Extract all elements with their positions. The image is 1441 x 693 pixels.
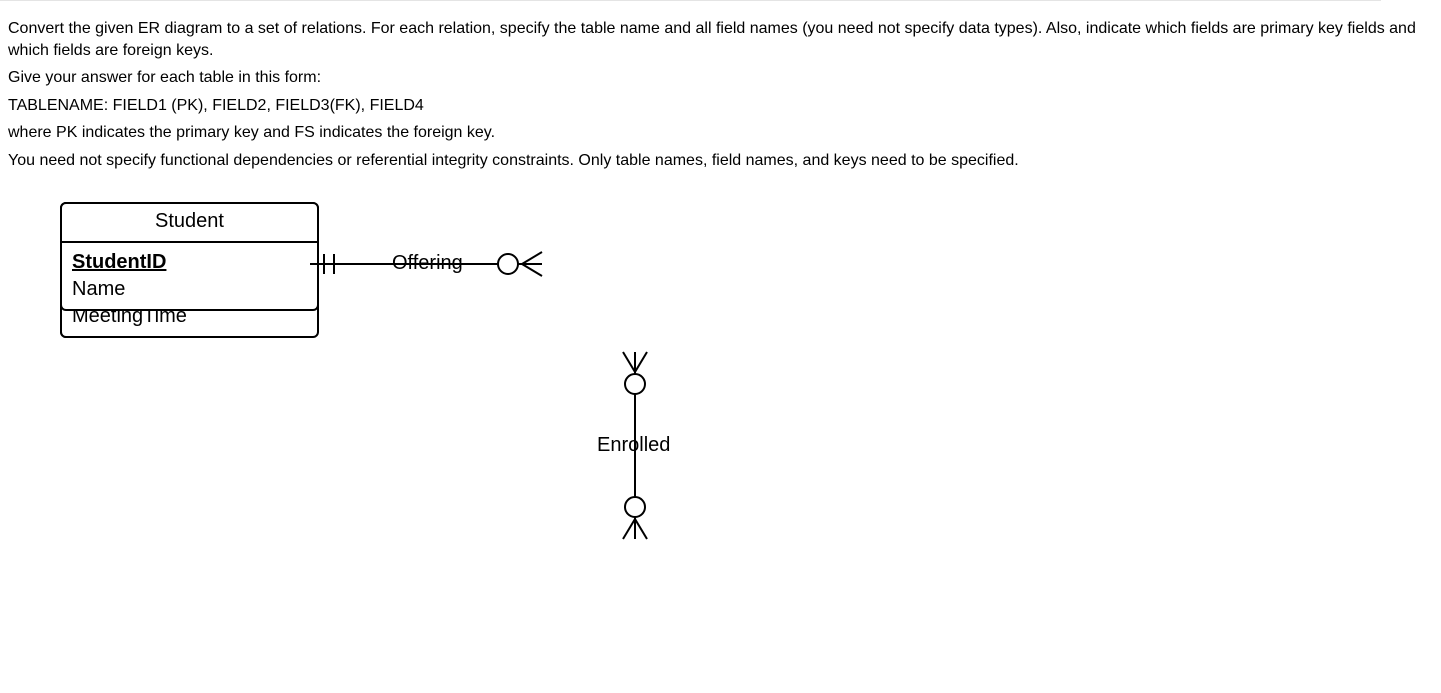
relationship-offering-label: Offering	[392, 252, 463, 275]
entity-student-attr-name: Name	[62, 276, 317, 303]
question-paragraph-2: Give your answer for each table in this …	[8, 67, 1421, 89]
question-paragraph-4: where PK indicates the primary key and F…	[8, 122, 1421, 144]
entity-student-title: Student	[62, 204, 317, 243]
er-diagram: Course CourseID CourseNumber Title Secti…	[60, 202, 960, 682]
question-paragraph-1: Convert the given ER diagram to a set of…	[8, 18, 1421, 61]
entity-student-attrs: StudentID Name	[62, 243, 317, 309]
top-hairline	[0, 0, 1381, 1]
entity-student: Student StudentID Name	[60, 202, 319, 311]
entity-student-attr-studentid: StudentID	[62, 249, 317, 276]
question-paragraph-5: You need not specify functional dependen…	[8, 150, 1421, 172]
question-text: Convert the given ER diagram to a set of…	[0, 0, 1441, 172]
question-paragraph-3: TABLENAME: FIELD1 (PK), FIELD2, FIELD3(F…	[8, 95, 1421, 117]
relationship-enrolled-label: Enrolled	[597, 434, 670, 457]
